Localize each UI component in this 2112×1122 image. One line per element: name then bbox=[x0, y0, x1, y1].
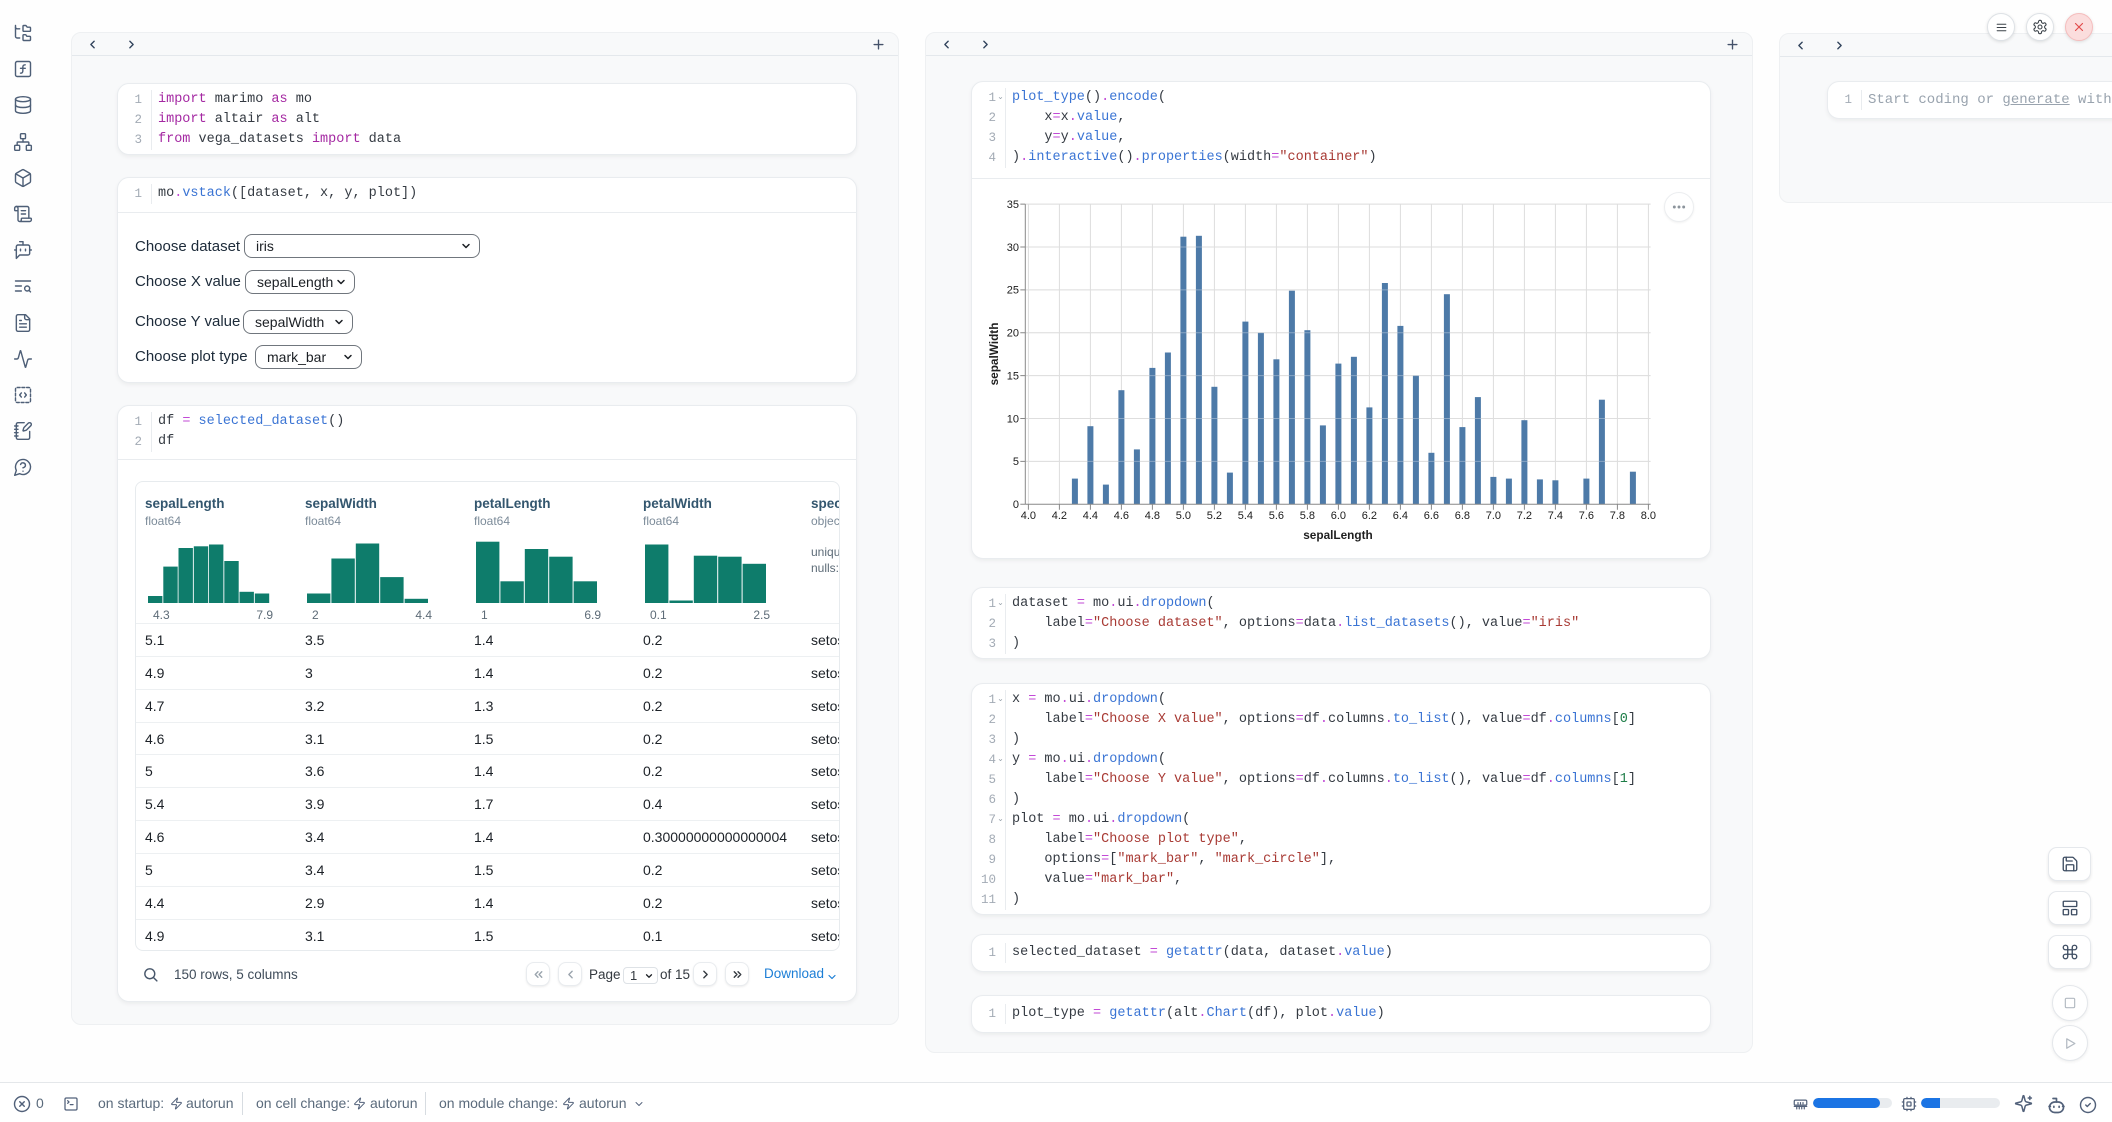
svg-text:5.4: 5.4 bbox=[1238, 510, 1253, 522]
svg-text:4.6: 4.6 bbox=[1114, 510, 1129, 522]
svg-text:5: 5 bbox=[1013, 456, 1019, 468]
svg-text:10: 10 bbox=[1007, 413, 1019, 425]
svg-text:6.6: 6.6 bbox=[1424, 510, 1439, 522]
svg-text:5.6: 5.6 bbox=[1269, 510, 1284, 522]
svg-text:6.0: 6.0 bbox=[1331, 510, 1346, 522]
svg-text:8.0: 8.0 bbox=[1641, 510, 1656, 522]
svg-text:7.6: 7.6 bbox=[1579, 510, 1594, 522]
svg-text:6.8: 6.8 bbox=[1455, 510, 1470, 522]
svg-text:4.2: 4.2 bbox=[1052, 510, 1067, 522]
svg-text:5.8: 5.8 bbox=[1300, 510, 1315, 522]
svg-text:7.4: 7.4 bbox=[1548, 510, 1563, 522]
svg-text:25: 25 bbox=[1007, 285, 1019, 297]
svg-text:sepalLength: sepalLength bbox=[1303, 528, 1372, 542]
svg-text:4.8: 4.8 bbox=[1145, 510, 1160, 522]
svg-text:30: 30 bbox=[1007, 242, 1019, 254]
svg-text:7.8: 7.8 bbox=[1610, 510, 1625, 522]
svg-text:5.2: 5.2 bbox=[1207, 510, 1222, 522]
svg-text:35: 35 bbox=[1007, 199, 1019, 211]
svg-text:20: 20 bbox=[1007, 328, 1019, 340]
svg-text:4.4: 4.4 bbox=[1083, 510, 1098, 522]
svg-text:4.0: 4.0 bbox=[1021, 510, 1036, 522]
svg-text:7.2: 7.2 bbox=[1517, 510, 1532, 522]
svg-text:6.2: 6.2 bbox=[1362, 510, 1377, 522]
svg-text:15: 15 bbox=[1007, 370, 1019, 382]
svg-text:7.0: 7.0 bbox=[1486, 510, 1501, 522]
svg-text:sepalWidth: sepalWidth bbox=[987, 323, 1001, 386]
svg-text:0: 0 bbox=[1013, 499, 1019, 511]
svg-text:6.4: 6.4 bbox=[1393, 510, 1408, 522]
svg-text:5.0: 5.0 bbox=[1176, 510, 1191, 522]
